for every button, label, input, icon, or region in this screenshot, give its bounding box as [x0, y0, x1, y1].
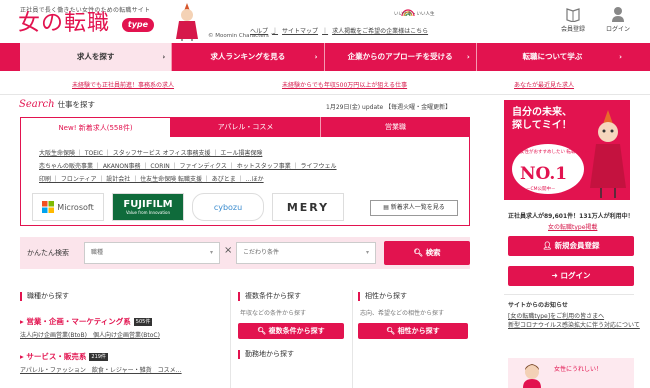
partner-text: いい仕事・いい人生	[394, 12, 435, 17]
section-title-multi: 複数条件から探す	[238, 292, 301, 301]
nav-approach[interactable]: 企業からのアプローチを受ける ›	[325, 43, 477, 71]
multi-search-button[interactable]: 🔍︎ 複数条件から探す	[238, 323, 344, 339]
section-title-match: 相性から探す	[358, 292, 407, 301]
promo-text: 女性にうれしい！	[554, 366, 603, 373]
register-header-label: 会員登録	[560, 26, 585, 33]
quick-search-label: かんたん検索	[27, 249, 69, 257]
search-icon: 🔍︎	[386, 327, 398, 335]
login-header-label: ログイン	[605, 26, 630, 33]
header-links: ヘルプ ｜ サイトマップ ｜ 求人掲載をご希望の企業様はこちら	[250, 26, 429, 35]
chevron-down-icon: ▾	[365, 249, 369, 256]
keyword-row[interactable]: 大阪生命保険 ｜ TOEIC ｜ スタッフサービス オフィス事務支援 ｜ エール…	[39, 148, 262, 157]
chevron-down-icon: ▾	[209, 249, 213, 256]
tab-apparel[interactable]: アパレル・コスメ	[171, 117, 321, 137]
microsoft-icon	[42, 201, 55, 213]
banner-no1: NO.1	[520, 164, 568, 184]
section-title-location: 勤務地から探す	[238, 350, 294, 359]
news-item[interactable]: 新型コロナウイルス感染拡大に伴う対応について	[508, 321, 640, 330]
chevron-right-icon: ›	[466, 53, 470, 61]
match-desc: 志向、希望などの相性から探す	[360, 310, 445, 317]
help-link[interactable]: ヘルプ	[250, 26, 268, 35]
book-icon	[566, 8, 580, 22]
sitemap-link[interactable]: サイトマップ	[282, 26, 318, 35]
employer-link[interactable]: 求人掲載をご希望の企業様はこちら	[332, 26, 428, 35]
login-button[interactable]: ➜ ログイン	[508, 266, 634, 286]
nav-find-jobs[interactable]: 求人を探す ›	[20, 43, 173, 71]
chevron-right-icon: ›	[162, 53, 166, 61]
company-logo-mery[interactable]: MERY	[272, 193, 344, 221]
company-logo-fujifilm[interactable]: FUJIFILM Value from Innovation	[112, 193, 184, 221]
search-icon: 🔍︎	[257, 327, 269, 335]
banner-caption: 女性がおすすめしたい 転職サイト	[520, 150, 589, 155]
notice-link[interactable]: 未経験でも正社員前進！事務系の求人	[72, 80, 174, 89]
divider	[0, 94, 650, 95]
search-tabs: New! 新着求人(558件) アパレル・コスメ 営業職	[20, 117, 470, 137]
count-badge: 505件	[133, 318, 153, 326]
category-sales-planning[interactable]: ▸ 営業・企画・マーケティング系 505件	[20, 316, 153, 327]
subcategory-links[interactable]: 法人向け企画営業(BtoB) 個人向け企画営業(BtoC)	[20, 330, 160, 339]
news-item[interactable]: [女の転職type]をご利用の皆さまへ	[508, 312, 640, 321]
company-logos: Microsoft FUJIFILM Value from Innovation…	[32, 193, 344, 221]
recent-jobs-link[interactable]: あなたが最近見た求人	[514, 80, 574, 89]
column-divider	[230, 290, 231, 388]
site-logo[interactable]: 女の転職	[18, 12, 110, 36]
user-icon	[612, 7, 624, 22]
update-info: 1月29日(金) update 【毎週火曜・金曜更新】	[326, 104, 452, 111]
column-divider	[352, 290, 353, 388]
chevron-right-icon: ›	[619, 53, 622, 61]
woman-icon	[523, 364, 541, 388]
news-list: [女の転職type]をご利用の皆さまへ 新型コロナウイルス感染拡大に伴う対応につ…	[508, 312, 640, 330]
chevron-right-icon: ›	[314, 53, 318, 61]
category-service-sales[interactable]: ▸ サービス・販売系 219件	[20, 351, 108, 362]
promo-banner[interactable]: 自分の未来、 探してミイ！ 女性がおすすめしたい 転職サイト NO.1 －CM公開…	[504, 100, 630, 200]
search-icon: 🔍︎	[413, 248, 426, 257]
nav-learn[interactable]: 転職について学ぶ ›	[477, 43, 628, 71]
company-logo-microsoft[interactable]: Microsoft	[32, 193, 104, 221]
subcategory-links[interactable]: アパレル・ファッション 飲食・レジャー・雑貨 コスメ…	[20, 365, 182, 374]
site-header: 正社員で長く働きたい女性のための転職サイト 女の転職 type © Moomin…	[0, 0, 650, 42]
match-search-button[interactable]: 🔍︎ 相性から探す	[358, 323, 468, 339]
register-header-button[interactable]: 会員登録	[553, 6, 593, 33]
banner-headline: 自分の未来、 探してミイ！	[512, 107, 572, 131]
new-jobs-list-button[interactable]: ▤ 新着求人一覧を見る	[370, 200, 458, 216]
search-button[interactable]: 🔍︎ 検索	[384, 241, 470, 265]
register-button[interactable]: 👤︎ 新規会員登録	[508, 236, 634, 256]
divider	[504, 294, 634, 295]
section-title-job-type: 職種から探す	[20, 292, 69, 301]
times-icon: ×	[224, 245, 233, 256]
job-count-text: 正社員求人が89,601件！131万人が利用中！	[508, 213, 634, 220]
company-logo-cybozu[interactable]: cybozu	[192, 193, 264, 221]
login-header-button[interactable]: ログイン	[598, 6, 638, 33]
tab-sales[interactable]: 営業職	[321, 117, 470, 137]
keyword-row[interactable]: 恋ちゃんの販売事業 ｜ AKANON事務 ｜ CORIN ｜ ファインディクス …	[39, 161, 337, 170]
little-my-icon	[176, 3, 198, 41]
search-title: Search 仕事を探す	[19, 99, 96, 110]
main-nav: 求人を探す › 求人ランキングを見る › 企業からのアプローチを受ける › 転職につい…	[0, 43, 650, 71]
count-link[interactable]: 女の転職type掲載	[548, 222, 597, 231]
count-badge: 219件	[89, 353, 108, 361]
banner-cm: －CM公開中－	[526, 187, 556, 192]
logo-type-badge[interactable]: type	[122, 18, 154, 32]
notice-link[interactable]: 未経験からでも年収500万円以上が狙える仕事	[282, 80, 407, 89]
user-plus-icon: 👤︎	[542, 241, 555, 250]
job-type-select[interactable]: 職種 ▾	[84, 242, 220, 264]
little-my-icon	[590, 110, 626, 198]
site-news-title: サイトからのお知らせ	[508, 302, 568, 309]
condition-select[interactable]: こだわり条件 ▾	[236, 242, 376, 264]
multi-desc: 年収などの条件から探す	[240, 310, 307, 317]
keyword-row[interactable]: 印刷 ｜ フロンティア ｜ 設計会社 ｜ 住友生命保険 転職支援 ｜ あぴとま …	[39, 174, 264, 183]
nav-ranking[interactable]: 求人ランキングを見る ›	[172, 43, 325, 71]
promo-card[interactable]: 女性にうれしい！	[508, 358, 634, 388]
tab-new-jobs[interactable]: New! 新着求人(558件)	[20, 117, 171, 137]
list-icon: ▤	[383, 204, 391, 211]
